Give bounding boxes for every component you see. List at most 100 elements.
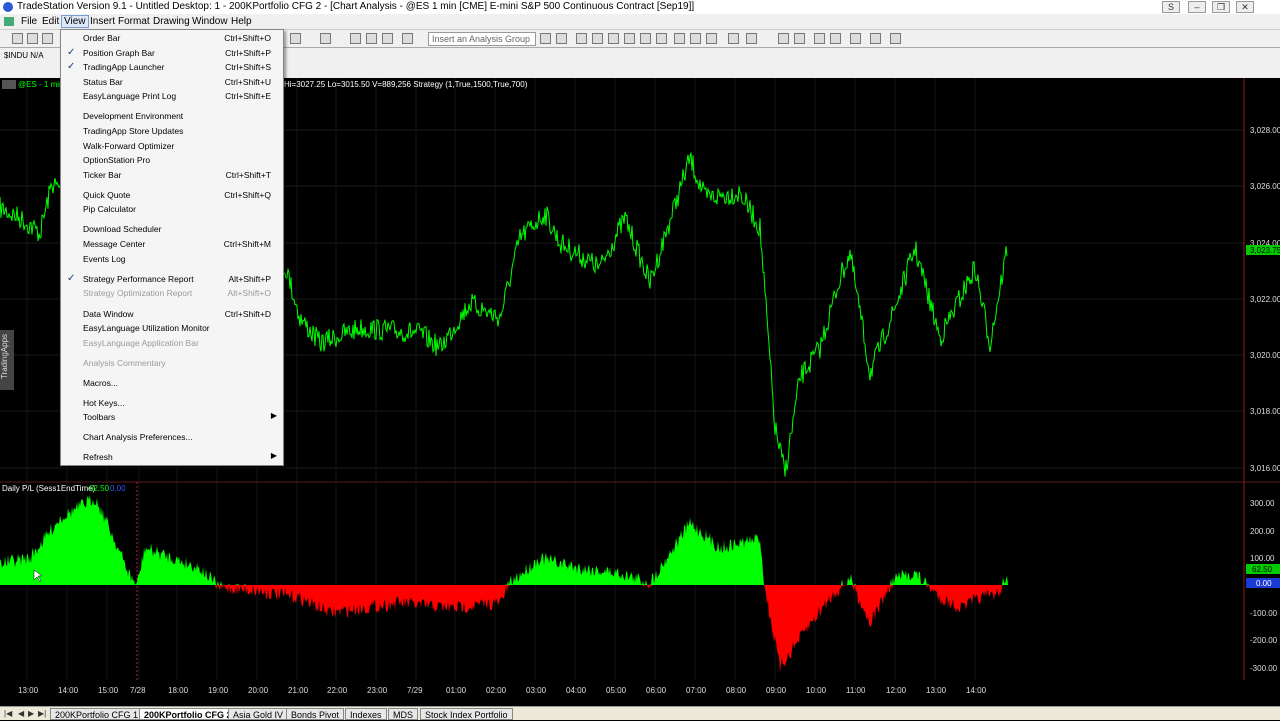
zoom-icon[interactable]: [320, 33, 331, 44]
menu-item-macros[interactable]: Macros...: [61, 376, 283, 390]
time-tick-label: 02:00: [486, 686, 507, 695]
spread-icon[interactable]: [706, 33, 717, 44]
menu-item-label: EasyLanguage Application Bar: [83, 338, 199, 348]
tab-bonds-pivot[interactable]: Bonds Pivot: [286, 708, 345, 720]
tab-mds[interactable]: MDS: [388, 708, 418, 720]
time-tick-label: 08:00: [726, 686, 747, 695]
menu-item-label: Strategy Optimization Report: [83, 288, 193, 298]
settings-icon[interactable]: [870, 33, 881, 44]
grid-icon[interactable]: [382, 33, 393, 44]
menu-item-order-bar[interactable]: Order Bar Ctrl+Shift+O: [61, 31, 283, 45]
menu-file[interactable]: File: [18, 15, 40, 28]
format-icon[interactable]: [350, 33, 361, 44]
tab-200kportfolio-cfg-1[interactable]: 200KPortfolio CFG 1: [50, 708, 144, 720]
time-tick-label: 12:00: [886, 686, 907, 695]
drawing-tool-icon[interactable]: [402, 33, 413, 44]
indicator-zero-tag: 0.00: [1256, 579, 1272, 588]
first-tab-icon[interactable]: |◀: [4, 709, 12, 718]
menu-item-easylanguage-utilization-monitor[interactable]: EasyLanguage Utilization Monitor: [61, 321, 283, 335]
next-tab-icon[interactable]: ▶: [28, 709, 34, 718]
scale-icon[interactable]: [690, 33, 701, 44]
menu-item-refresh[interactable]: Refresh ▶: [61, 450, 283, 464]
menu-item-ticker-bar[interactable]: Ticker Bar Ctrl+Shift+T: [61, 168, 283, 182]
menu-item-tradingapp-store-updates[interactable]: TradingApp Store Updates: [61, 124, 283, 138]
minimize-button[interactable]: –: [1188, 1, 1206, 13]
color-icon[interactable]: [728, 33, 739, 44]
restore-button[interactable]: ❐: [1212, 1, 1230, 13]
refresh-icon[interactable]: [576, 33, 587, 44]
menu-item-toolbars[interactable]: Toolbars ▶: [61, 410, 283, 424]
time-tick-label: 05:00: [606, 686, 627, 695]
marker-icon[interactable]: [674, 33, 685, 44]
checkmark-icon: ✓: [67, 47, 76, 58]
play-icon[interactable]: [290, 33, 301, 44]
tab-200kportfolio-cfg-2[interactable]: 200KPortfolio CFG 2: [139, 708, 237, 720]
menu-view[interactable]: View: [61, 15, 89, 28]
indicator-tick-label: -100.00: [1250, 609, 1278, 618]
menu-item-pip-calculator[interactable]: Pip Calculator: [61, 202, 283, 216]
menu-drawing[interactable]: Drawing: [150, 15, 193, 28]
candle-icon[interactable]: [640, 33, 651, 44]
menu-help[interactable]: Help: [228, 15, 255, 28]
user-menu-button[interactable]: S: [1162, 1, 1180, 13]
zoom-out-icon[interactable]: [794, 33, 805, 44]
time-tick-label: 23:00: [367, 686, 388, 695]
bar-chart-icon[interactable]: [624, 33, 635, 44]
layout-icon[interactable]: [366, 33, 377, 44]
cursor-icon[interactable]: [814, 33, 825, 44]
new-icon[interactable]: [12, 33, 23, 44]
close-button[interactable]: ✕: [1236, 1, 1254, 13]
chart-window-icon[interactable]: [4, 17, 14, 26]
menu-item-tradingapp-launcher[interactable]: ✓ TradingApp Launcher Ctrl+Shift+S: [61, 60, 283, 74]
menu-item-label: Refresh: [83, 452, 113, 462]
menu-item-hot-keys[interactable]: Hot Keys...: [61, 396, 283, 410]
menu-item-position-graph-bar[interactable]: ✓ Position Graph Bar Ctrl+Shift+P: [61, 46, 283, 60]
menu-item-data-window[interactable]: Data Window Ctrl+Shift+D: [61, 307, 283, 321]
tradingapps-side-tab[interactable]: TradingApps: [0, 330, 14, 390]
indicator-icon[interactable]: [540, 33, 551, 44]
last-tab-icon[interactable]: ▶|: [38, 709, 46, 718]
menu-item-label: Development Environment: [83, 111, 184, 121]
menu-edit[interactable]: Edit: [39, 15, 62, 28]
tab-stock-index-portfolio[interactable]: Stock Index Portfolio: [420, 708, 513, 720]
menu-window[interactable]: Window: [189, 15, 231, 28]
time-tick-label: 22:00: [327, 686, 348, 695]
chart-menu-icon[interactable]: [2, 80, 16, 89]
indicator-value-tag: 62.50: [1252, 565, 1273, 574]
menu-item-download-scheduler[interactable]: Download Scheduler: [61, 222, 283, 236]
indicator-tick-label: 300.00: [1250, 499, 1275, 508]
menu-item-label: Status Bar: [83, 77, 123, 87]
crosshair-icon[interactable]: [830, 33, 841, 44]
menu-item-easylanguage-print-log[interactable]: EasyLanguage Print Log Ctrl+Shift+E: [61, 89, 283, 103]
menu-item-optionstation-pro[interactable]: OptionStation Pro: [61, 153, 283, 167]
tab-indexes[interactable]: Indexes: [345, 708, 387, 720]
menu-item-status-bar[interactable]: Status Bar Ctrl+Shift+U: [61, 75, 283, 89]
menu-item-strategy-performance-report[interactable]: ✓ Strategy Performance Report Alt+Shift+P: [61, 272, 283, 286]
menu-item-shortcut: Ctrl+Shift+U: [224, 77, 271, 87]
menu-item-events-log[interactable]: Events Log: [61, 252, 283, 266]
menu-item-quick-quote[interactable]: Quick Quote Ctrl+Shift+Q: [61, 188, 283, 202]
save-icon[interactable]: [42, 33, 53, 44]
menu-item-walk-forward-optimizer[interactable]: Walk-Forward Optimizer: [61, 139, 283, 153]
open-icon[interactable]: [27, 33, 38, 44]
chart-type-icon[interactable]: [608, 33, 619, 44]
window-icon[interactable]: [592, 33, 603, 44]
line-chart-icon[interactable]: [656, 33, 667, 44]
analysis-group-combo[interactable]: Insert an Analysis Group: [428, 32, 536, 46]
menu-item-shortcut: Ctrl+Shift+D: [224, 309, 271, 319]
menu-item-label: TradingApp Launcher: [83, 62, 165, 72]
menu-item-chart-analysis-preferences[interactable]: Chart Analysis Preferences...: [61, 430, 283, 444]
menu-item-development-environment[interactable]: Development Environment: [61, 109, 283, 123]
time-tick-label: 06:00: [646, 686, 667, 695]
tab-asia-gold-iv[interactable]: Asia Gold IV: [228, 708, 289, 720]
options-icon[interactable]: [746, 33, 757, 44]
prev-tab-icon[interactable]: ◀: [18, 709, 24, 718]
symbol-label: $INDU N/A: [4, 51, 44, 60]
zoom-in-icon[interactable]: [778, 33, 789, 44]
menu-insert[interactable]: Insert: [87, 15, 118, 28]
more-icon[interactable]: [890, 33, 901, 44]
menu-format[interactable]: Format: [115, 15, 153, 28]
strategy-icon[interactable]: [556, 33, 567, 44]
tools-icon[interactable]: [850, 33, 861, 44]
menu-item-message-center[interactable]: Message Center Ctrl+Shift+M: [61, 237, 283, 251]
